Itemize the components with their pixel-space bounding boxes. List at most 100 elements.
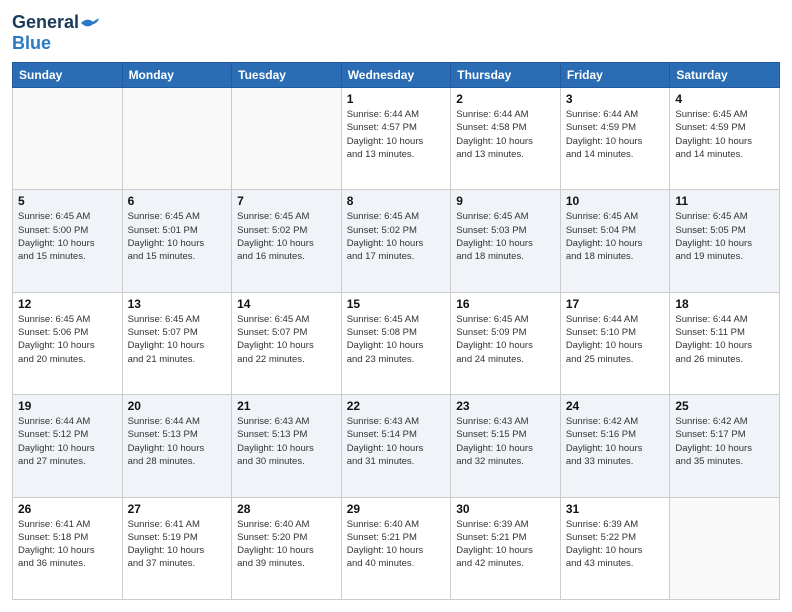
day-cell bbox=[232, 88, 342, 190]
day-number: 19 bbox=[18, 399, 117, 413]
day-number: 2 bbox=[456, 92, 555, 106]
day-cell: 9 Sunrise: 6:45 AM Sunset: 5:03 PM Daylig… bbox=[451, 190, 561, 292]
day-cell: 8Sunrise: 6:45 AM Sunset: 5:02 PM Daylig… bbox=[341, 190, 451, 292]
day-number: 22 bbox=[347, 399, 446, 413]
week-row-1: 1 Sunrise: 6:44 AM Sunset: 4:57 PM Daylig… bbox=[13, 88, 780, 190]
day-number: 24 bbox=[566, 399, 665, 413]
day-info: Sunrise: 6:45 AM Sunset: 5:07 PM Dayligh… bbox=[237, 313, 336, 366]
day-number: 29 bbox=[347, 502, 446, 516]
day-number: 4 bbox=[675, 92, 774, 106]
day-info: Sunrise: 6:41 AM Sunset: 5:19 PM Dayligh… bbox=[128, 518, 227, 571]
day-number: 10 bbox=[566, 194, 665, 208]
day-info: Sunrise: 6:44 AM Sunset: 5:13 PM Dayligh… bbox=[128, 415, 227, 468]
day-cell: 3 Sunrise: 6:44 AM Sunset: 4:59 PM Daylig… bbox=[560, 88, 670, 190]
page: General Blue SundayMondayTuesdayWednesda… bbox=[0, 0, 792, 612]
weekday-saturday: Saturday bbox=[670, 63, 780, 88]
logo-blue-text: Blue bbox=[12, 33, 51, 53]
day-number: 26 bbox=[18, 502, 117, 516]
day-cell: 20 Sunrise: 6:44 AM Sunset: 5:13 PM Dayli… bbox=[122, 395, 232, 497]
day-info: Sunrise: 6:44 AM Sunset: 4:58 PM Dayligh… bbox=[456, 108, 555, 161]
day-number: 16 bbox=[456, 297, 555, 311]
day-info: Sunrise: 6:40 AM Sunset: 5:20 PM Dayligh… bbox=[237, 518, 336, 571]
day-info: Sunrise: 6:44 AM Sunset: 4:57 PM Dayligh… bbox=[347, 108, 446, 161]
day-number: 12 bbox=[18, 297, 117, 311]
day-cell: 27 Sunrise: 6:41 AM Sunset: 5:19 PM Dayli… bbox=[122, 497, 232, 599]
day-number: 11 bbox=[675, 194, 774, 208]
day-info: Sunrise: 6:44 AM Sunset: 5:12 PM Dayligh… bbox=[18, 415, 117, 468]
day-info: Sunrise: 6:44 AM Sunset: 5:10 PM Dayligh… bbox=[566, 313, 665, 366]
day-number: 14 bbox=[237, 297, 336, 311]
day-cell: 24 Sunrise: 6:42 AM Sunset: 5:16 PM Dayli… bbox=[560, 395, 670, 497]
day-info: Sunrise: 6:39 AM Sunset: 5:22 PM Dayligh… bbox=[566, 518, 665, 571]
day-number: 20 bbox=[128, 399, 227, 413]
day-info: Sunrise: 6:43 AM Sunset: 5:15 PM Dayligh… bbox=[456, 415, 555, 468]
day-info: Sunrise: 6:41 AM Sunset: 5:18 PM Dayligh… bbox=[18, 518, 117, 571]
day-cell bbox=[122, 88, 232, 190]
day-cell: 15 Sunrise: 6:45 AM Sunset: 5:08 PM Dayli… bbox=[341, 292, 451, 394]
weekday-monday: Monday bbox=[122, 63, 232, 88]
day-number: 15 bbox=[347, 297, 446, 311]
day-number: 3 bbox=[566, 92, 665, 106]
day-cell: 6Sunrise: 6:45 AM Sunset: 5:01 PM Daylig… bbox=[122, 190, 232, 292]
day-number: 9 bbox=[456, 194, 555, 208]
weekday-thursday: Thursday bbox=[451, 63, 561, 88]
day-info: Sunrise: 6:44 AM Sunset: 5:11 PM Dayligh… bbox=[675, 313, 774, 366]
day-number: 25 bbox=[675, 399, 774, 413]
day-number: 21 bbox=[237, 399, 336, 413]
day-number: 13 bbox=[128, 297, 227, 311]
day-cell: 12 Sunrise: 6:45 AM Sunset: 5:06 PM Dayli… bbox=[13, 292, 123, 394]
day-info: Sunrise: 6:45 AM Sunset: 5:09 PM Dayligh… bbox=[456, 313, 555, 366]
logo-bird-icon bbox=[81, 14, 99, 32]
week-row-5: 26 Sunrise: 6:41 AM Sunset: 5:18 PM Dayli… bbox=[13, 497, 780, 599]
day-cell: 18 Sunrise: 6:44 AM Sunset: 5:11 PM Dayli… bbox=[670, 292, 780, 394]
day-cell: 22 Sunrise: 6:43 AM Sunset: 5:14 PM Dayli… bbox=[341, 395, 451, 497]
weekday-sunday: Sunday bbox=[13, 63, 123, 88]
day-number: 23 bbox=[456, 399, 555, 413]
day-info: Sunrise: 6:43 AM Sunset: 5:14 PM Dayligh… bbox=[347, 415, 446, 468]
day-cell: 29 Sunrise: 6:40 AM Sunset: 5:21 PM Dayli… bbox=[341, 497, 451, 599]
day-cell: 5Sunrise: 6:45 AM Sunset: 5:00 PM Daylig… bbox=[13, 190, 123, 292]
day-info: Sunrise: 6:44 AM Sunset: 4:59 PM Dayligh… bbox=[566, 108, 665, 161]
day-cell: 14 Sunrise: 6:45 AM Sunset: 5:07 PM Dayli… bbox=[232, 292, 342, 394]
day-info: Sunrise: 6:45 AM Sunset: 5:03 PM Dayligh… bbox=[456, 210, 555, 263]
day-cell: 26 Sunrise: 6:41 AM Sunset: 5:18 PM Dayli… bbox=[13, 497, 123, 599]
day-info: Sunrise: 6:40 AM Sunset: 5:21 PM Dayligh… bbox=[347, 518, 446, 571]
weekday-tuesday: Tuesday bbox=[232, 63, 342, 88]
header: General Blue bbox=[12, 12, 780, 54]
week-row-2: 5Sunrise: 6:45 AM Sunset: 5:00 PM Daylig… bbox=[13, 190, 780, 292]
day-cell: 7Sunrise: 6:45 AM Sunset: 5:02 PM Daylig… bbox=[232, 190, 342, 292]
day-cell bbox=[670, 497, 780, 599]
day-number: 7 bbox=[237, 194, 336, 208]
day-cell: 31Sunrise: 6:39 AM Sunset: 5:22 PM Dayli… bbox=[560, 497, 670, 599]
day-number: 30 bbox=[456, 502, 555, 516]
day-info: Sunrise: 6:45 AM Sunset: 5:05 PM Dayligh… bbox=[675, 210, 774, 263]
day-number: 8 bbox=[347, 194, 446, 208]
day-info: Sunrise: 6:39 AM Sunset: 5:21 PM Dayligh… bbox=[456, 518, 555, 571]
day-cell: 23 Sunrise: 6:43 AM Sunset: 5:15 PM Dayli… bbox=[451, 395, 561, 497]
day-info: Sunrise: 6:45 AM Sunset: 5:06 PM Dayligh… bbox=[18, 313, 117, 366]
day-cell: 2 Sunrise: 6:44 AM Sunset: 4:58 PM Daylig… bbox=[451, 88, 561, 190]
day-cell: 1 Sunrise: 6:44 AM Sunset: 4:57 PM Daylig… bbox=[341, 88, 451, 190]
day-number: 27 bbox=[128, 502, 227, 516]
day-number: 5 bbox=[18, 194, 117, 208]
weekday-header-row: SundayMondayTuesdayWednesdayThursdayFrid… bbox=[13, 63, 780, 88]
week-row-3: 12 Sunrise: 6:45 AM Sunset: 5:06 PM Dayli… bbox=[13, 292, 780, 394]
logo: General Blue bbox=[12, 12, 99, 54]
day-info: Sunrise: 6:42 AM Sunset: 5:17 PM Dayligh… bbox=[675, 415, 774, 468]
day-number: 1 bbox=[347, 92, 446, 106]
day-info: Sunrise: 6:45 AM Sunset: 4:59 PM Dayligh… bbox=[675, 108, 774, 161]
day-cell bbox=[13, 88, 123, 190]
day-cell: 17Sunrise: 6:44 AM Sunset: 5:10 PM Dayli… bbox=[560, 292, 670, 394]
weekday-wednesday: Wednesday bbox=[341, 63, 451, 88]
day-cell: 13 Sunrise: 6:45 AM Sunset: 5:07 PM Dayli… bbox=[122, 292, 232, 394]
day-info: Sunrise: 6:45 AM Sunset: 5:07 PM Dayligh… bbox=[128, 313, 227, 366]
day-cell: 4 Sunrise: 6:45 AM Sunset: 4:59 PM Daylig… bbox=[670, 88, 780, 190]
day-info: Sunrise: 6:45 AM Sunset: 5:08 PM Dayligh… bbox=[347, 313, 446, 366]
day-number: 18 bbox=[675, 297, 774, 311]
day-info: Sunrise: 6:42 AM Sunset: 5:16 PM Dayligh… bbox=[566, 415, 665, 468]
day-info: Sunrise: 6:43 AM Sunset: 5:13 PM Dayligh… bbox=[237, 415, 336, 468]
weekday-friday: Friday bbox=[560, 63, 670, 88]
day-info: Sunrise: 6:45 AM Sunset: 5:01 PM Dayligh… bbox=[128, 210, 227, 263]
day-cell: 21 Sunrise: 6:43 AM Sunset: 5:13 PM Dayli… bbox=[232, 395, 342, 497]
day-cell: 10Sunrise: 6:45 AM Sunset: 5:04 PM Dayli… bbox=[560, 190, 670, 292]
